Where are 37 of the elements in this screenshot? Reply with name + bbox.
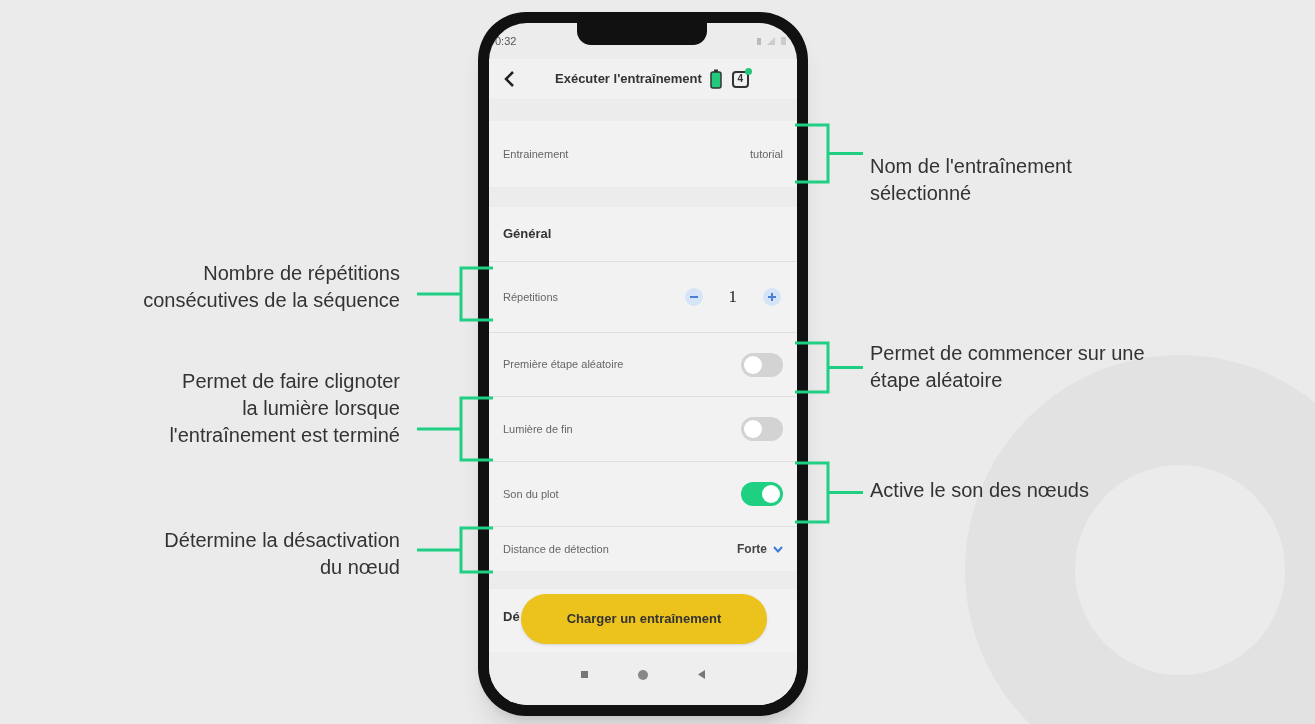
home-icon[interactable]: [637, 669, 648, 680]
recent-apps-icon[interactable]: [580, 671, 588, 678]
plus-icon[interactable]: [763, 288, 781, 306]
setting-label: Répetitions: [503, 289, 559, 305]
section-heading: Général: [503, 225, 552, 244]
setting-label: Distance de détection: [503, 541, 609, 557]
bracket-connector: [795, 123, 863, 184]
battery-icon: [709, 69, 722, 89]
distance-dropdown[interactable]: Forte: [737, 540, 783, 558]
back-nav-icon[interactable]: [697, 670, 706, 679]
repetition-count: 1: [728, 286, 737, 309]
status-time: 0:32: [495, 33, 517, 49]
toggle-switch[interactable]: [741, 417, 783, 441]
callout-text: Détermine la désactivation du nœud: [164, 528, 400, 580]
callout-text: Permet de faire clignoter la lumière lorsque l'entraînement est terminé: [169, 368, 400, 448]
back-icon[interactable]: [503, 71, 515, 87]
training-label: Entrainement: [503, 146, 569, 162]
status-icons: [755, 36, 789, 46]
callout-text: Nombre de répétitions consécutives de la séquence: [143, 261, 400, 313]
screen-title: Exécuter l'entraînement: [555, 70, 702, 89]
device-counter[interactable]: 4: [731, 70, 749, 88]
callout-text: Active le son des nœuds: [870, 477, 1089, 503]
callout-text: Permet de commencer sur une étape aléatoire: [870, 341, 1145, 393]
setting-label: Son du plot: [503, 486, 559, 502]
training-row[interactable]: Entrainement tutorial: [489, 121, 797, 187]
training-value: tutorial: [749, 146, 783, 162]
section-heading: Dé: [503, 607, 520, 626]
load-training-button[interactable]: Charger un entraînement: [521, 594, 767, 644]
bracket-connector: [795, 461, 863, 524]
minus-icon[interactable]: [684, 288, 703, 306]
chevron-down-icon: [773, 545, 783, 553]
toggle-switch[interactable]: [741, 482, 783, 506]
setting-label: Lumière de fin: [503, 421, 573, 437]
bracket-connector: [795, 341, 863, 394]
toggle-switch[interactable]: [741, 352, 783, 377]
setting-label: Première étape aléatoire: [503, 357, 624, 373]
callout-text: Nom de l'entraînement sélectionné: [870, 154, 1072, 206]
